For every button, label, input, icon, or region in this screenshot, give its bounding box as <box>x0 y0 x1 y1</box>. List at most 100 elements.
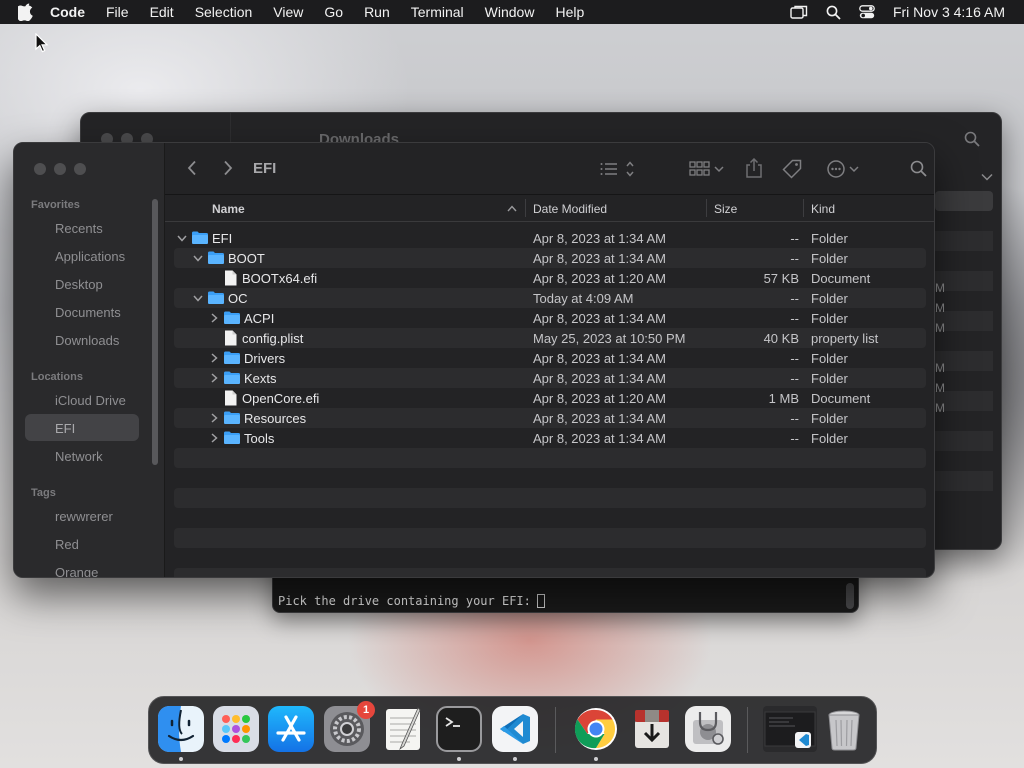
sidebar-item-efi[interactable]: EFI <box>55 421 75 436</box>
file-kind: Folder <box>811 411 848 426</box>
table-row[interactable]: OpenCore.efi Apr 8, 2023 at 1:20 AM 1 MB… <box>174 388 926 408</box>
menu-file[interactable]: File <box>106 4 129 20</box>
share-icon[interactable] <box>745 158 763 178</box>
menu-window[interactable]: Window <box>485 4 535 20</box>
file-size: -- <box>790 311 799 326</box>
disclosure-collapsed-icon[interactable] <box>209 312 219 324</box>
table-row[interactable]: Resources Apr 8, 2023 at 1:34 AM -- Fold… <box>174 408 926 428</box>
column-name[interactable]: Name <box>212 202 245 216</box>
menu-edit[interactable]: Edit <box>150 4 174 20</box>
sidebar-item-applications[interactable]: Applications <box>55 249 125 264</box>
menu-run[interactable]: Run <box>364 4 390 20</box>
table-row[interactable]: EFI Apr 8, 2023 at 1:34 AM -- Folder <box>174 228 926 248</box>
spotlight-search-icon[interactable] <box>826 5 841 20</box>
app-store-icon[interactable] <box>268 706 314 752</box>
file-date: Apr 8, 2023 at 1:20 AM <box>533 271 666 286</box>
window-zoom-button[interactable] <box>74 163 86 175</box>
disclosure-collapsed-icon[interactable] <box>209 352 219 364</box>
file-size: 1 MB <box>768 391 799 406</box>
menu-help[interactable]: Help <box>555 4 584 20</box>
finder-window[interactable]: Favorites Recents Applications Desktop D… <box>13 142 935 578</box>
chevron-down-icon[interactable] <box>981 173 993 181</box>
terminal-scrollbar[interactable] <box>846 583 854 609</box>
file-kind: Folder <box>811 231 848 246</box>
window-minimize-button[interactable] <box>54 163 66 175</box>
column-date-modified[interactable]: Date Modified <box>533 202 607 216</box>
column-size[interactable]: Size <box>714 202 737 216</box>
file-kind: Document <box>811 271 871 286</box>
column-divider[interactable] <box>803 199 804 217</box>
table-row[interactable]: BOOT Apr 8, 2023 at 1:34 AM -- Folder <box>174 248 926 268</box>
tag-icon[interactable] <box>782 159 802 179</box>
search-icon[interactable] <box>910 160 927 177</box>
file-date: Today at 4:09 AM <box>533 291 634 306</box>
sidebar-item-recents[interactable]: Recents <box>55 221 103 236</box>
menu-selection[interactable]: Selection <box>195 4 253 20</box>
sidebar-scrollbar[interactable] <box>152 199 158 465</box>
file-size: -- <box>790 351 799 366</box>
app-running-indicator <box>594 757 598 761</box>
apple-logo-icon[interactable] <box>18 3 36 21</box>
table-row[interactable]: config.plist May 25, 2023 at 10:50 PM 40… <box>174 328 926 348</box>
empty-list-area[interactable] <box>174 448 926 577</box>
table-row[interactable]: Kexts Apr 8, 2023 at 1:34 AM -- Folder <box>174 368 926 388</box>
disclosure-collapsed-icon[interactable] <box>209 372 219 384</box>
installer-icon[interactable] <box>629 706 675 752</box>
sidebar-tag-red[interactable]: Red <box>55 537 79 552</box>
window-close-button[interactable] <box>34 163 46 175</box>
sidebar-item-documents[interactable]: Documents <box>55 305 121 320</box>
disclosure-collapsed-icon[interactable] <box>209 432 219 444</box>
menu-app-name[interactable]: Code <box>50 4 85 20</box>
dock: 1 <box>148 696 877 764</box>
file-name: Drivers <box>244 351 286 366</box>
finder-icon[interactable] <box>158 706 204 752</box>
truncated-text: M <box>935 281 945 295</box>
table-row[interactable]: OC Today at 4:09 AM -- Folder <box>174 288 926 308</box>
terminal-icon[interactable] <box>436 706 482 752</box>
chrome-icon[interactable] <box>573 706 619 752</box>
window-thumbnail-icon[interactable] <box>763 706 817 752</box>
sidebar-item-downloads[interactable]: Downloads <box>55 333 119 348</box>
disk-utility-icon[interactable] <box>685 706 731 752</box>
vscode-icon[interactable] <box>492 706 538 752</box>
menu-clock[interactable]: Fri Nov 3 4:16 AM <box>893 4 1005 20</box>
downloads-search-icon[interactable] <box>964 131 980 147</box>
menu-view[interactable]: View <box>273 4 303 20</box>
terminal-prompt-line[interactable]: Pick the drive containing your EFI: <box>278 594 545 608</box>
screen-mirroring-icon[interactable] <box>790 5 808 19</box>
table-row[interactable]: Tools Apr 8, 2023 at 1:34 AM -- Folder <box>174 428 926 448</box>
more-actions-icon[interactable] <box>826 159 862 179</box>
menu-terminal[interactable]: Terminal <box>411 4 464 20</box>
column-kind[interactable]: Kind <box>811 202 835 216</box>
column-divider[interactable] <box>525 199 526 217</box>
menu-go[interactable]: Go <box>324 4 343 20</box>
file-name: EFI <box>212 231 233 246</box>
folder-icon <box>224 371 240 384</box>
table-row[interactable]: BOOTx64.efi Apr 8, 2023 at 1:20 AM 57 KB… <box>174 268 926 288</box>
textedit-icon[interactable] <box>380 706 426 752</box>
disclosure-expanded-icon[interactable] <box>193 292 203 304</box>
app-running-indicator <box>457 757 461 761</box>
table-row[interactable]: ACPI Apr 8, 2023 at 1:34 AM -- Folder <box>174 308 926 328</box>
trash-icon[interactable] <box>821 706 867 752</box>
forward-arrow-icon[interactable] <box>223 160 233 176</box>
list-view-icon[interactable] <box>599 160 635 178</box>
group-view-icon[interactable] <box>689 160 725 178</box>
back-arrow-icon[interactable] <box>187 160 197 176</box>
disclosure-collapsed-icon[interactable] <box>209 412 219 424</box>
sidebar-item-icloud-drive[interactable]: iCloud Drive <box>55 393 126 408</box>
sidebar-tag-rewwrerer[interactable]: rewwrerer <box>55 509 113 524</box>
table-row[interactable]: Drivers Apr 8, 2023 at 1:34 AM -- Folder <box>174 348 926 368</box>
folder-icon <box>224 431 240 444</box>
sidebar-item-network[interactable]: Network <box>55 449 103 464</box>
launchpad-icon[interactable] <box>213 706 259 752</box>
control-center-icon[interactable] <box>859 5 875 19</box>
sidebar-tag-orange[interactable]: Orange <box>55 565 98 577</box>
sort-ascending-icon[interactable] <box>507 205 517 212</box>
file-date: Apr 8, 2023 at 1:20 AM <box>533 391 666 406</box>
sidebar-item-desktop[interactable]: Desktop <box>55 277 103 292</box>
disclosure-expanded-icon[interactable] <box>193 252 203 264</box>
disclosure-expanded-icon[interactable] <box>177 232 187 244</box>
column-divider[interactable] <box>706 199 707 217</box>
file-size: -- <box>790 431 799 446</box>
